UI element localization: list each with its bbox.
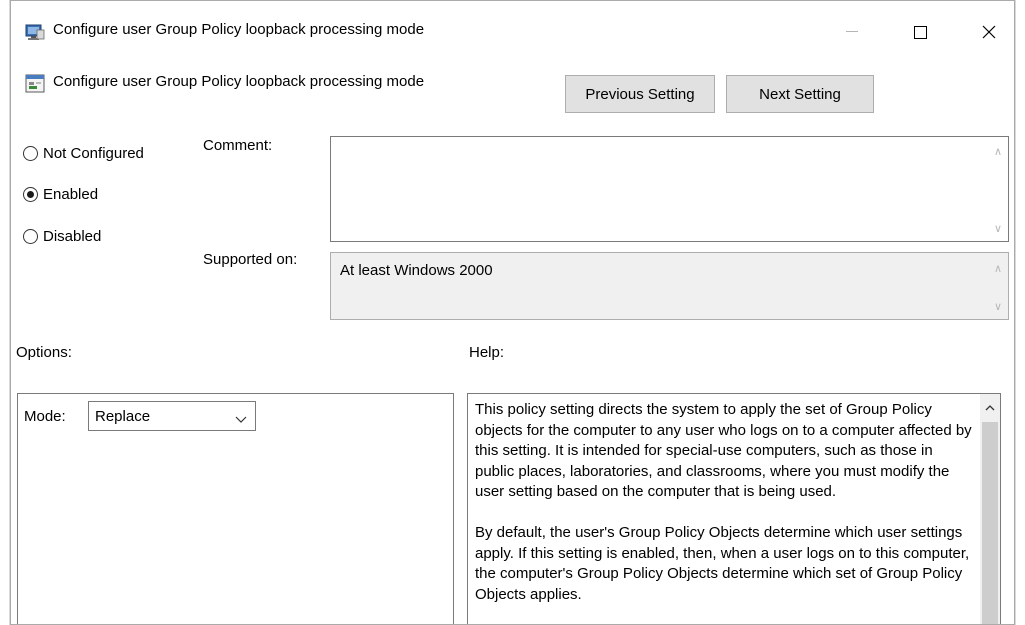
help-scrollbar[interactable] xyxy=(980,394,1000,624)
help-paragraph: By default, the user's Group Policy Obje… xyxy=(475,524,970,603)
radio-label: Enabled xyxy=(43,185,99,203)
radio-label: Not Configured xyxy=(43,144,144,162)
options-label: Options: xyxy=(16,344,72,361)
scroll-up-icon: ∧ xyxy=(993,146,1002,158)
radio-enabled[interactable]: Enabled xyxy=(23,183,98,205)
maximize-icon xyxy=(913,25,927,39)
radio-label: Disabled xyxy=(43,227,102,245)
scroll-up-icon[interactable] xyxy=(984,400,996,411)
mode-label: Mode: xyxy=(24,408,66,425)
policy-setting-dialog: Configure user Group Policy loopback pro… xyxy=(10,0,1015,625)
help-paragraph: This policy setting directs the system t… xyxy=(475,401,972,500)
supported-on-label: Supported on: xyxy=(203,251,298,268)
mode-selected-value: Replace xyxy=(95,407,151,425)
mode-dropdown[interactable]: Replace xyxy=(88,401,256,431)
chevron-down-icon xyxy=(235,411,247,428)
radio-circle[interactable] xyxy=(23,228,38,244)
background-window-edge-right xyxy=(1015,0,1025,625)
supported-on-value: At least Windows 2000 xyxy=(340,262,493,279)
options-panel: Mode: Replace xyxy=(17,393,454,624)
radio-disabled[interactable]: Disabled xyxy=(23,225,101,247)
help-panel[interactable]: This policy setting directs the system t… xyxy=(467,393,1001,624)
scroll-down-icon: ∨ xyxy=(993,301,1002,313)
scrollbar-thumb[interactable] xyxy=(982,422,998,624)
policy-setting-icon xyxy=(25,73,47,95)
title-bar[interactable]: Configure user Group Policy loopback pro… xyxy=(11,1,1014,59)
minimize-icon xyxy=(846,31,858,32)
next-setting-button[interactable]: Next Setting xyxy=(726,75,874,113)
close-icon xyxy=(982,25,996,39)
comment-label: Comment: xyxy=(203,137,273,154)
minimize-button[interactable] xyxy=(829,13,875,51)
setting-name: Configure user Group Policy loopback pro… xyxy=(53,73,425,90)
close-button[interactable] xyxy=(966,13,1012,51)
radio-circle[interactable] xyxy=(23,186,38,202)
background-window-edge-left xyxy=(0,0,10,625)
help-text: This policy setting directs the system t… xyxy=(475,400,975,624)
radio-circle[interactable] xyxy=(23,145,38,161)
window-title: Configure user Group Policy loopback pro… xyxy=(53,21,425,38)
help-label: Help: xyxy=(469,344,505,361)
supported-on-field: At least Windows 2000 ∧ ∨ xyxy=(330,252,1009,320)
group-policy-icon xyxy=(25,23,45,41)
previous-setting-button[interactable]: Previous Setting xyxy=(565,75,715,113)
scroll-up-icon: ∧ xyxy=(993,263,1002,275)
maximize-button[interactable] xyxy=(897,13,943,51)
radio-not-configured[interactable]: Not Configured xyxy=(23,142,144,164)
scroll-down-icon: ∨ xyxy=(993,223,1002,235)
comment-textarea[interactable]: ∧ ∨ xyxy=(330,136,1009,242)
